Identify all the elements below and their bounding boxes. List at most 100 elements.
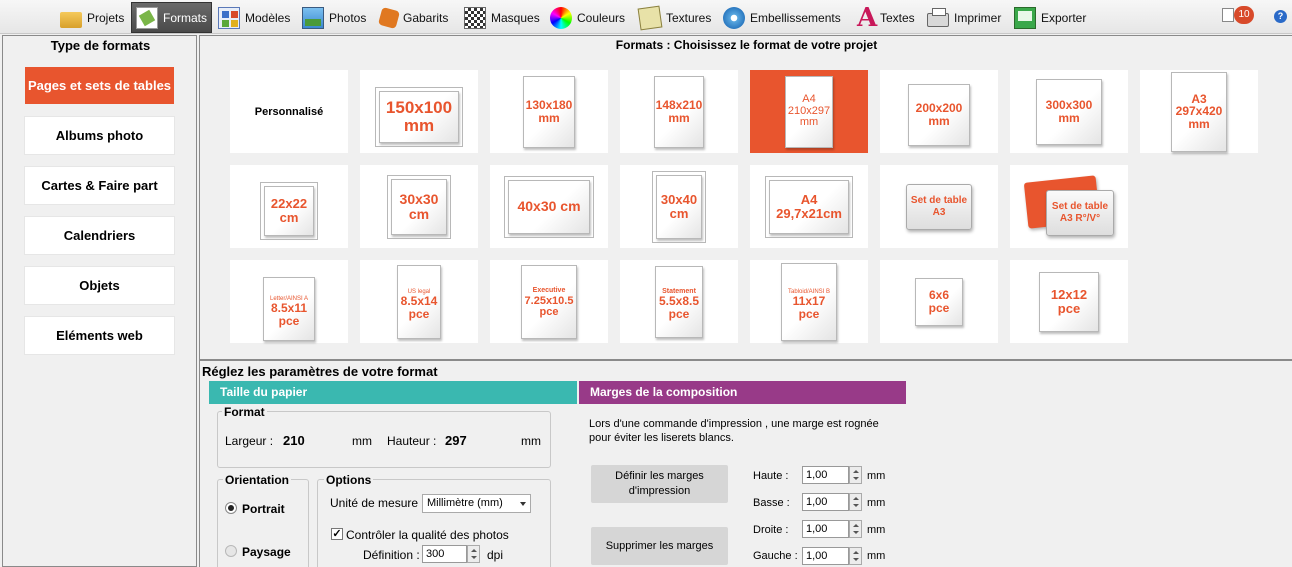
toolbar-gabarits-button[interactable]: Gabarits — [377, 3, 449, 32]
format-tile-a4[interactable]: A4 210x297 mm — [750, 70, 868, 153]
format-tile-tabloid[interactable]: Tabloid/AINSI B 11x17 pce — [750, 260, 868, 343]
format-size: 40x30 cm — [517, 198, 581, 215]
margins-header: Marges de la composition — [579, 381, 906, 404]
format-tile-30x40[interactable]: 30x40 cm — [620, 165, 738, 248]
format-type-sidebar: Type de formats Pages et sets de tables … — [2, 35, 197, 567]
toolbar-embellissements-button[interactable]: Embellissements — [723, 3, 841, 32]
margin-bottom-value: 1,00 — [806, 496, 828, 508]
orientation-group-label: Orientation — [223, 473, 292, 487]
format-thumbnail: 6x6 pce — [915, 277, 963, 326]
formats-title: Formats : Choisissez le format de votre … — [615, 38, 878, 52]
format-thumbnail: A3 297x420 mm — [1171, 71, 1227, 152]
format-tile-300x300[interactable]: 300x300 mm — [1010, 70, 1128, 153]
format-size: 7.25x10.5 — [524, 294, 574, 307]
margin-left-input[interactable]: 1,00 — [802, 547, 862, 565]
toolbar-textures-button[interactable]: Textures — [637, 3, 711, 32]
toolbar-photos-button[interactable]: Photos — [302, 3, 366, 32]
sidebar-item-calendriers[interactable]: Calendriers — [25, 217, 174, 254]
format-thumbnail: Statement 5.5x8.5 pce — [655, 265, 703, 338]
definition-input[interactable]: 300 — [422, 545, 480, 563]
format-thumbnail: Set de table A3 — [906, 183, 972, 230]
format-tile-custom[interactable]: Personnalisé — [230, 70, 348, 153]
width-value[interactable]: 210 — [283, 433, 305, 448]
format-tile-set-table-a3[interactable]: Set de table A3 — [880, 165, 998, 248]
document-icon — [1222, 8, 1234, 22]
help-icon[interactable]: ? — [1274, 10, 1287, 23]
options-group-label: Options — [324, 473, 374, 487]
sidebar-item-elements-web[interactable]: Eléments web — [25, 317, 174, 354]
format-tile-a3[interactable]: A3 297x420 mm — [1140, 70, 1258, 153]
margin-left-value: 1,00 — [806, 550, 828, 562]
format-tile-letter[interactable]: Letter/AINSI A 8.5x11 pce — [230, 260, 348, 343]
toolbar-couleurs-label: Couleurs — [577, 10, 626, 25]
sidebar-item-albums[interactable]: Albums photo — [25, 117, 174, 154]
format-tile-6x6[interactable]: 6x6 pce — [880, 260, 998, 343]
quality-checkbox[interactable]: ✓ — [331, 528, 343, 540]
format-tile-us-legal[interactable]: US legal 8.5x14 pce — [360, 260, 478, 343]
format-thumbnail: US legal 8.5x14 pce — [397, 264, 441, 339]
spinner-arrows-icon[interactable] — [467, 545, 480, 563]
portrait-label[interactable]: Portrait — [242, 502, 285, 516]
format-unit: mm — [799, 116, 819, 129]
toolbar-couleurs-button[interactable]: Couleurs — [550, 3, 625, 32]
margin-bottom-input[interactable]: 1,00 — [802, 493, 862, 511]
toolbar-projets-button[interactable]: Projets — [60, 3, 124, 32]
toolbar-modeles-button[interactable]: Modèles — [218, 3, 290, 32]
format-tile-40x30[interactable]: 40x30 cm — [490, 165, 608, 248]
format-thumbnail: 200x200 mm — [908, 83, 970, 146]
format-tile-a4-landscape[interactable]: A4 29,7x21cm — [750, 165, 868, 248]
format-tile-22x22[interactable]: 22x22 cm — [230, 165, 348, 248]
margin-top-input[interactable]: 1,00 — [802, 466, 862, 484]
format-tile-set-table-a3-rv[interactable]: Set de table A3 R°/V° — [1010, 165, 1128, 248]
format-tile-148x210[interactable]: 148x210 mm — [620, 70, 738, 153]
spinner-arrows-icon[interactable] — [849, 547, 862, 565]
checker-icon — [464, 6, 486, 29]
format-tile-130x180[interactable]: 130x180 mm — [490, 70, 608, 153]
toolbar-textes-button[interactable]: Textes — [857, 3, 915, 33]
margin-right-input[interactable]: 1,00 — [802, 520, 862, 538]
toolbar-exporter-button[interactable]: Exporter — [1014, 3, 1086, 32]
toolbar-masques-button[interactable]: Masques — [464, 3, 540, 32]
format-tile-200x200[interactable]: 200x200 mm — [880, 70, 998, 153]
format-thumbnail: 148x210 mm — [654, 75, 704, 148]
toolbar-formats-button[interactable]: Formats — [131, 2, 213, 33]
format-tile-executive[interactable]: Executive 7.25x10.5 pce — [490, 260, 608, 343]
spinner-arrows-icon[interactable] — [849, 520, 862, 538]
formats-panel: Formats : Choisissez le format de votre … — [199, 35, 1292, 359]
format-unit: cm — [279, 209, 299, 225]
format-unit: mm — [1058, 110, 1080, 125]
quality-label[interactable]: Contrôler la qualité des photos — [346, 528, 509, 542]
toolbar-gabarits-label: Gabarits — [403, 10, 449, 25]
toolbar-modeles-label: Modèles — [245, 10, 291, 25]
landscape-radio[interactable] — [225, 545, 237, 557]
spinner-arrows-icon[interactable] — [849, 466, 862, 484]
height-value[interactable]: 297 — [445, 433, 467, 448]
margin-top-label: Haute : — [753, 470, 789, 482]
format-thumbnail: 300x300 mm — [1036, 78, 1102, 145]
format-thumbnail: Set de table A3 R°/V° — [1046, 189, 1114, 236]
format-thumbnail: 12x12 pce — [1039, 271, 1099, 332]
spinner-arrows-icon[interactable] — [849, 493, 862, 511]
sidebar-item-objets[interactable]: Objets — [25, 267, 174, 304]
sidebar-item-cartes[interactable]: Cartes & Faire part — [25, 167, 174, 204]
format-tile-30x30[interactable]: 30x30 cm — [360, 165, 478, 248]
unit-label: Unité de mesure : — [330, 496, 425, 510]
height-unit: mm — [521, 434, 541, 448]
format-tile-150x100[interactable]: 150x100 mm — [360, 70, 478, 153]
toolbar-imprimer-button[interactable]: Imprimer — [927, 3, 1001, 32]
landscape-label[interactable]: Paysage — [242, 545, 291, 559]
unit-select-value: Millimètre (mm) — [427, 497, 503, 509]
notifications-button[interactable]: 10 — [1222, 6, 1254, 26]
format-tile-12x12[interactable]: 12x12 pce — [1010, 260, 1128, 343]
remove-margins-button[interactable]: Supprimer les marges — [591, 527, 728, 565]
define-margins-button[interactable]: Définir les marges d'impression — [591, 465, 728, 503]
format-thumbnail: Executive 7.25x10.5 pce — [521, 264, 577, 339]
portrait-radio[interactable] — [225, 502, 237, 514]
format-tile-statement[interactable]: Statement 5.5x8.5 pce — [620, 260, 738, 343]
margin-right-unit: mm — [867, 524, 886, 536]
format-unit: cm — [408, 205, 430, 222]
margin-bottom-unit: mm — [867, 497, 886, 509]
sidebar-title: Type de formats — [50, 38, 151, 53]
unit-select[interactable]: Millimètre (mm) — [422, 494, 531, 513]
sidebar-item-pages-sets[interactable]: Pages et sets de tables — [25, 67, 174, 104]
